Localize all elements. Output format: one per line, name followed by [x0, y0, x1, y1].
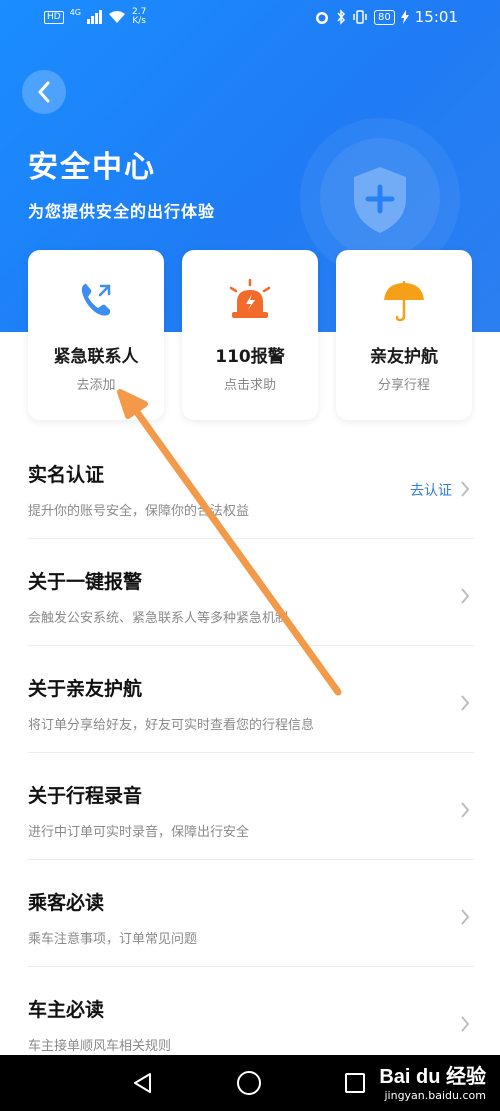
alarm-clock-icon	[316, 12, 329, 24]
page-title: 安全中心	[28, 150, 156, 185]
list-item-one-key-alarm[interactable]: 关于一键报警 会触发公安系统、紧急联系人等多种紧急机制	[28, 539, 474, 646]
card-title: 亲友护航	[370, 347, 438, 367]
status-bar: HD 4G 2.7 K/s 80 15:01	[0, 0, 500, 34]
card-subtitle: 点击求助	[223, 378, 276, 393]
list-item-desc: 将订单分享给好友，好友可实时查看您的行程信息	[28, 718, 315, 733]
clock: 15:01	[414, 8, 458, 26]
bluetooth-icon	[337, 9, 346, 25]
list-item-title: 关于亲友护航	[28, 678, 143, 700]
list-item-desc: 提升你的账号安全，保障你的合法权益	[28, 504, 250, 519]
safety-info-list: 实名认证 提升你的账号安全，保障你的合法权益 去认证 关于一键报警 会触发公安系…	[28, 432, 474, 1074]
nav-home-icon[interactable]	[237, 1071, 261, 1095]
list-item-title: 实名认证	[28, 464, 105, 486]
list-item-desc: 会触发公安系统、紧急联系人等多种紧急机制	[28, 611, 289, 626]
charging-icon	[400, 10, 409, 24]
shield-icon	[354, 167, 406, 233]
battery-level: 80	[374, 9, 395, 25]
watermark: Bai du 经验 jingyan.baidu.com	[379, 1060, 486, 1102]
hd-indicator: HD	[44, 10, 64, 24]
list-item-trip-recording[interactable]: 关于行程录音 进行中订单可实时录音，保障出行安全	[28, 753, 474, 860]
chevron-right-icon	[461, 1016, 470, 1032]
chevron-left-icon	[38, 81, 50, 103]
card-110-alarm[interactable]: 110报警 点击求助	[182, 250, 318, 420]
chevron-right-icon	[461, 909, 470, 925]
signal-icon	[87, 10, 102, 24]
card-title: 110报警	[215, 347, 285, 367]
list-item-title: 关于一键报警	[28, 571, 143, 593]
card-escort[interactable]: 亲友护航 分享行程	[336, 250, 472, 420]
chevron-right-icon	[461, 481, 470, 497]
card-subtitle: 去添加	[76, 378, 116, 393]
list-item-desc: 进行中订单可实时录音，保障出行安全	[28, 825, 250, 840]
wifi-icon	[109, 11, 125, 23]
list-item-title: 关于行程录音	[28, 785, 143, 807]
list-item-title: 车主必读	[28, 999, 105, 1021]
watermark-url: jingyan.baidu.com	[384, 1089, 486, 1102]
list-item-desc: 车主接单顺风车相关规则	[28, 1039, 172, 1054]
back-button[interactable]	[22, 70, 66, 114]
net-speed: 2.7 K/s	[132, 7, 147, 26]
chevron-right-icon	[461, 802, 470, 818]
list-item-title: 乘客必读	[28, 892, 105, 914]
list-item-passenger-guide[interactable]: 乘客必读 乘车注意事项，订单常见问题	[28, 860, 474, 967]
list-item-escort[interactable]: 关于亲友护航 将订单分享给好友，好友可实时查看您的行程信息	[28, 646, 474, 753]
nav-recents-icon[interactable]	[345, 1073, 365, 1093]
umbrella-icon	[384, 281, 424, 322]
alarm-light-icon	[229, 278, 271, 318]
phone-icon	[81, 283, 111, 316]
page-subtitle: 为您提供安全的出行体验	[28, 202, 216, 221]
nav-back-icon[interactable]	[132, 1072, 154, 1094]
chevron-right-icon	[461, 588, 470, 604]
list-item-desc: 乘车注意事项，订单常见问题	[28, 932, 198, 947]
chevron-right-icon	[461, 695, 470, 711]
card-subtitle: 分享行程	[377, 378, 430, 393]
verify-link[interactable]: 去认证	[410, 480, 452, 500]
network-type: 4G	[69, 7, 81, 17]
vibrate-icon	[353, 10, 367, 24]
card-title: 紧急联系人	[53, 347, 139, 367]
list-item-real-name[interactable]: 实名认证 提升你的账号安全，保障你的合法权益 去认证	[28, 432, 474, 539]
card-emergency-contact[interactable]: 紧急联系人 去添加	[28, 250, 164, 420]
watermark-brand: Bai du 经验	[379, 1066, 486, 1088]
